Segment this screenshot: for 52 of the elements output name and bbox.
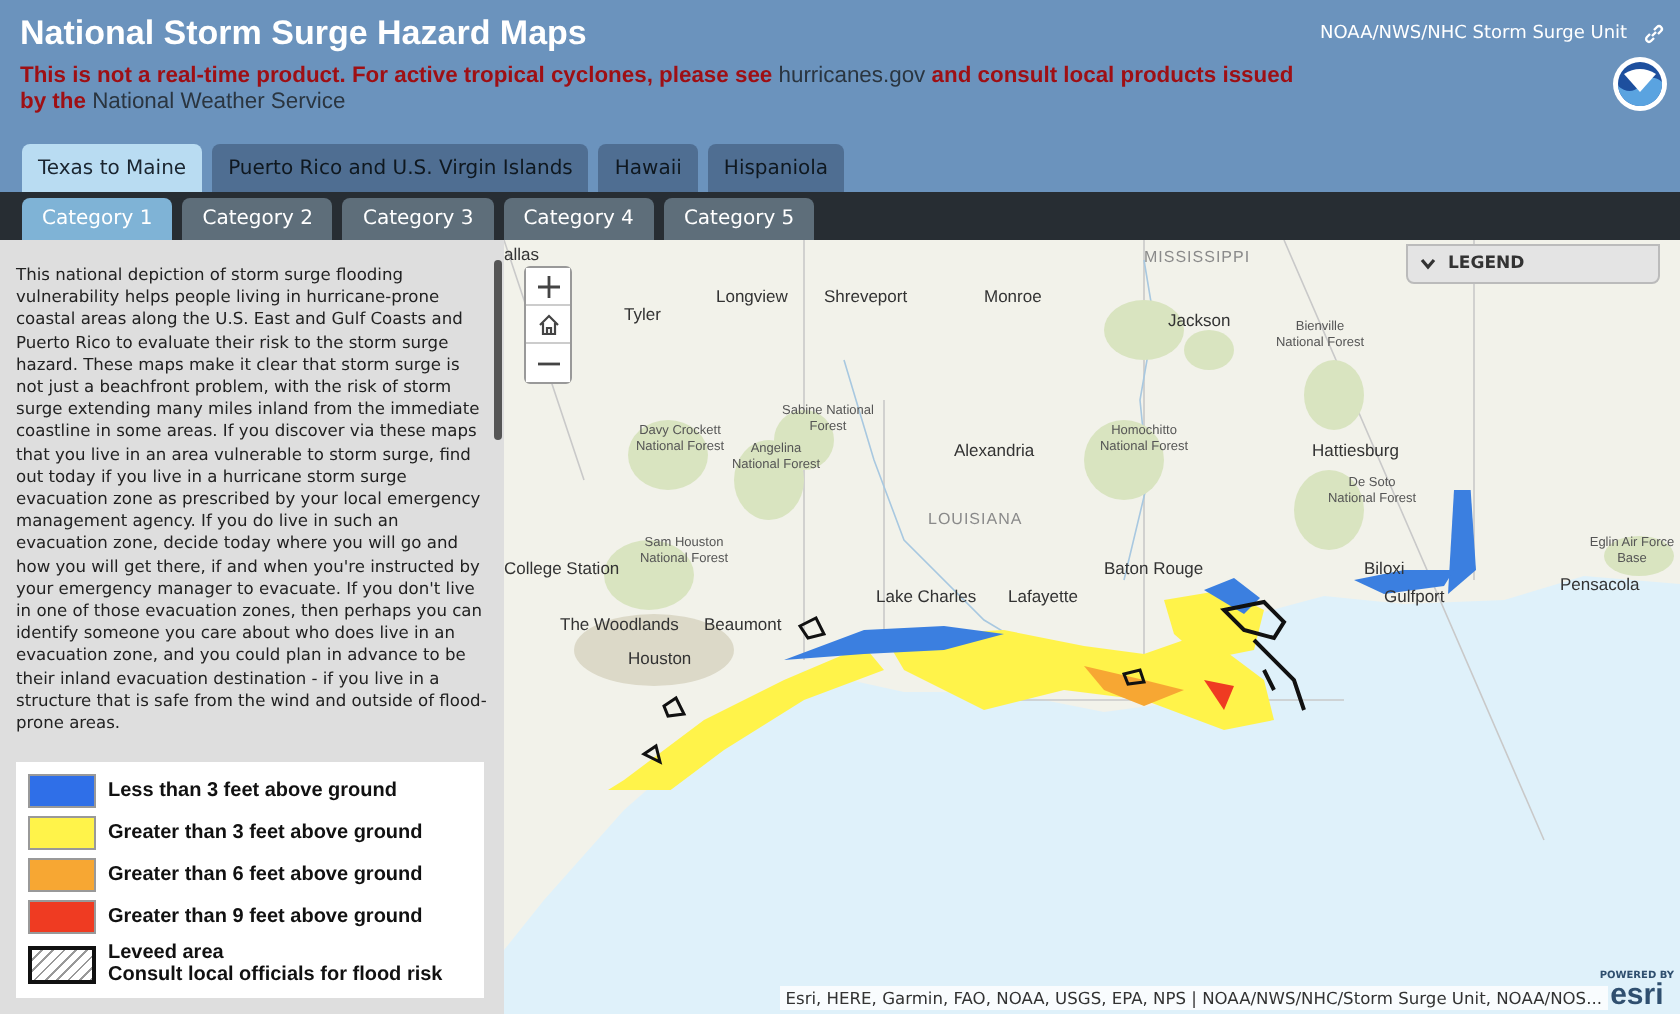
city-label: Gulfport — [1384, 588, 1445, 604]
page-title: National Storm Surge Hazard Maps — [20, 14, 589, 54]
city-label: Monroe — [984, 288, 1042, 304]
map-attribution: Esri, HERE, Garmin, FAO, NOAA, USGS, EPA, NPS | NOAA/NWS/NHC/Storm Surge Unit, NOAA/NOS... — [779, 986, 1608, 1010]
city-label: Baton Rouge — [1104, 560, 1204, 576]
legend-label: Leveed area — [108, 942, 226, 965]
link-icon[interactable] — [1643, 24, 1664, 44]
city-label: Shreveport — [824, 288, 908, 304]
city-label: Hattiesburg — [1312, 442, 1399, 458]
city-label: Alexandria — [954, 442, 1035, 458]
city-label: Biloxi — [1364, 560, 1405, 576]
category-tab[interactable]: Category 5 — [663, 198, 815, 240]
category-tab[interactable]: Category 3 — [342, 198, 494, 240]
legend-note: Consult local officials for flood risk — [108, 964, 443, 987]
category-tab[interactable]: Category 2 — [182, 198, 333, 240]
legend-label: Greater than 6 feet above ground — [108, 864, 423, 887]
legend-label: Greater than 3 feet above ground — [108, 822, 423, 845]
scrollbar-thumb[interactable] — [494, 260, 502, 440]
city-label: Lafayette — [1008, 588, 1078, 604]
hatched-swatch — [28, 945, 96, 984]
minus-icon — [537, 361, 559, 365]
notice-text: This is not a real-time product. For active tropical cyclones, please see hurricanes.gov and consult local products issued by the National Weather Service — [20, 64, 1296, 116]
home-icon — [537, 313, 559, 335]
region-tab[interactable]: Hawaii — [598, 144, 698, 192]
city-label: Longview — [716, 288, 788, 304]
city-label: The Woodlands — [560, 616, 679, 632]
city-label: Pensacola — [1560, 576, 1640, 592]
category-tab[interactable]: Category 4 — [503, 198, 654, 240]
city-label: Tyler — [624, 306, 661, 322]
notice-link[interactable]: hurricanes.gov — [778, 64, 926, 88]
legend-toggle[interactable]: LEGEND — [1406, 244, 1660, 284]
city-label: Jackson — [1168, 312, 1231, 328]
state-label: LOUISIANA — [928, 512, 1023, 528]
zoom-in-button[interactable] — [526, 268, 570, 306]
legend-label: Greater than 9 feet above ground — [108, 906, 423, 929]
city-label: Lake Charles — [876, 588, 977, 604]
city-label: allas — [504, 246, 539, 262]
description-text: This national depiction of storm surge flooding vulnerability helps people living in hurricane-prone coastal areas along the U.S. East and Gulf Coasts and Puerto Rico to evaluate their risk to the storm surge hazard. These maps make it clear that storm surge is not just a beachfront problem, with the risk of storm surge extending many miles inland from the immediate coastline in some areas. If you discover via these maps that you live in an area vulnerable to storm surge, find out today if you live in a hurricane storm surge evacuation zone as prescribed by your local emergency management agency. If you do live in such an evacuation zone, decide today where you will go and how you will get there, if and when you're instructed by your emergency manager to evacuate. If you don't live in one of those evacuation zones, then perhaps you can identify someone you care about who does live in an evacuation zone, and you could plan in advance to be their inland evacuation destination - if you live in a structure that is safe from the wind and outside of flood-prone areas. — [16, 264, 488, 735]
city-label: Beaumont — [704, 616, 782, 632]
esri-logo: esri — [1610, 982, 1664, 1010]
notice-link[interactable]: National Weather Service — [92, 90, 346, 114]
legend-label: Less than 3 feet above ground — [108, 780, 397, 803]
logo-icon — [1611, 56, 1668, 112]
plus-icon — [537, 275, 559, 297]
region-tab[interactable]: Texas to Maine — [22, 144, 203, 192]
chevron-down-icon — [1420, 258, 1436, 270]
city-label: Houston — [628, 650, 692, 666]
agency-name: NOAA/NWS/NHC Storm Surge Unit — [1320, 24, 1628, 44]
city-label: College Station — [504, 560, 620, 576]
region-tab[interactable]: Puerto Rico and U.S. Virgin Islands — [212, 144, 589, 192]
state-label: MISSISSIPPI — [1144, 250, 1251, 266]
region-tab[interactable]: Hispaniola — [707, 144, 845, 192]
